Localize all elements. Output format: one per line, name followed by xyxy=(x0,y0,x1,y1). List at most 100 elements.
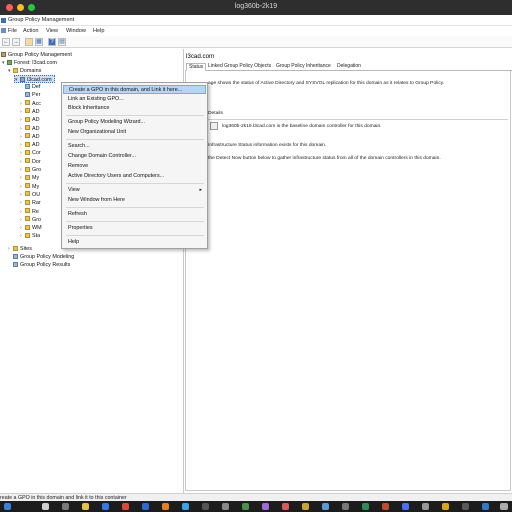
app-title: Group Policy Management xyxy=(8,17,75,23)
task-view-icon[interactable] xyxy=(62,503,69,510)
tree-modeling[interactable]: Group Policy Modeling xyxy=(13,253,74,261)
tree-child-item[interactable]: › AD xyxy=(20,108,40,116)
tree-child-item[interactable]: › AD xyxy=(20,133,40,141)
tree-child-item[interactable]: › Dor xyxy=(20,158,41,166)
ctx-properties[interactable]: Properties xyxy=(63,224,206,233)
tab-status[interactable]: Status xyxy=(186,63,207,71)
app-icon[interactable] xyxy=(222,503,229,510)
ctx-link-existing-gpo[interactable]: Link an Existing GPO... xyxy=(63,95,206,104)
ctx-aduc[interactable]: Active Directory Users and Computers... xyxy=(63,172,206,181)
tree-sites[interactable]: › Sites xyxy=(8,245,32,253)
app-icon[interactable] xyxy=(202,503,209,510)
ctx-new-window[interactable]: New Window from Here xyxy=(63,196,206,205)
app-icon[interactable] xyxy=(362,503,369,510)
tree-root[interactable]: Group Policy Management xyxy=(1,51,72,59)
tree-child-item[interactable]: › My xyxy=(20,183,39,191)
app-icon[interactable] xyxy=(342,503,349,510)
details-divider xyxy=(208,119,508,120)
app-icon[interactable] xyxy=(402,503,409,510)
tree-child-item[interactable]: › Gro xyxy=(20,216,41,224)
app-icon[interactable] xyxy=(382,503,389,510)
tree-domain[interactable]: ▾ l3cad.com xyxy=(14,75,55,83)
toolbar: ← → ▦ ? ▤ xyxy=(0,36,512,48)
tree-child-item[interactable]: › OU xyxy=(20,191,40,199)
app-icon[interactable] xyxy=(142,503,149,510)
baseline-dc-text: log360b-2k19.l3cad.com is the baseline d… xyxy=(222,124,382,129)
tree-child-item[interactable]: › Re xyxy=(20,208,39,216)
tree-child-item[interactable]: › Acc xyxy=(20,100,41,108)
edge-icon[interactable] xyxy=(102,503,109,510)
ctx-search[interactable]: Search... xyxy=(63,142,206,151)
tree-child-item[interactable]: › My xyxy=(20,174,39,182)
ctx-refresh[interactable]: Refresh xyxy=(63,210,206,219)
ou-folder-icon xyxy=(25,208,30,213)
ctx-create-gpo[interactable]: Create a GPO in this domain, and Link it… xyxy=(63,85,206,94)
tree-results[interactable]: Group Policy Results xyxy=(13,261,70,269)
tree-child-item[interactable]: › AD xyxy=(20,125,40,133)
app-icon[interactable] xyxy=(302,503,309,510)
tree-root-label: Group Policy Management xyxy=(8,52,72,58)
tree-forest[interactable]: ▾ Forest: l3cad.com xyxy=(2,59,57,67)
tree-child-item[interactable]: › Rar xyxy=(20,199,41,207)
tree-child-item[interactable]: › Cor xyxy=(20,149,41,157)
tree-child-label: AD xyxy=(32,133,40,140)
app-icon[interactable] xyxy=(162,503,169,510)
app-icon[interactable] xyxy=(282,503,289,510)
app-icon[interactable] xyxy=(262,503,269,510)
dc-expand-button[interactable] xyxy=(210,122,218,130)
tree-child-item[interactable]: Def xyxy=(20,83,40,91)
tab-linked-gpos[interactable]: Linked Group Policy Objects xyxy=(206,63,273,71)
app-icon[interactable] xyxy=(422,503,429,510)
forward-icon[interactable]: → xyxy=(12,38,20,46)
app-icon[interactable] xyxy=(462,503,469,510)
ctx-block-inheritance[interactable]: Block Inheritance xyxy=(63,104,206,113)
grid-icon[interactable]: ▦ xyxy=(35,38,43,46)
menu-help[interactable]: Help xyxy=(93,28,105,34)
folder-icon[interactable] xyxy=(25,38,33,46)
app-icon[interactable] xyxy=(322,503,329,510)
tree-child-item[interactable]: › AD xyxy=(20,141,40,149)
tree-child-item[interactable]: › Sta xyxy=(20,232,40,240)
panel-icon[interactable]: ▤ xyxy=(58,38,66,46)
tree-domains[interactable]: ▾ Domains xyxy=(8,67,41,75)
ou-folder-icon xyxy=(25,149,30,155)
file-explorer-icon[interactable] xyxy=(82,503,89,510)
ctx-change-dc[interactable]: Change Domain Controller... xyxy=(63,152,206,161)
tree-child-label: Gro xyxy=(32,167,41,173)
app-icon[interactable] xyxy=(182,503,189,510)
tree-child-item[interactable]: Per xyxy=(20,91,40,99)
tree-child-item[interactable]: › AD xyxy=(20,116,40,124)
ctx-separator xyxy=(66,207,204,208)
sites-icon xyxy=(13,245,18,251)
start-icon[interactable] xyxy=(4,503,11,510)
tree-results-label: Group Policy Results xyxy=(20,262,71,268)
ctx-new-ou[interactable]: New Organizational Unit xyxy=(63,128,206,137)
back-icon[interactable]: ← xyxy=(2,38,10,46)
app-icon[interactable] xyxy=(442,503,449,510)
tree-child-label: Per xyxy=(32,92,41,99)
tree-child-item[interactable]: › Gro xyxy=(20,166,41,174)
app-titlebar: Group Policy Management xyxy=(0,15,512,26)
tree-child-label: OU xyxy=(32,191,41,198)
tree-child-label: Rar xyxy=(32,200,41,207)
menu-window[interactable]: Window xyxy=(66,28,86,34)
tab-delegation[interactable]: Delegation xyxy=(335,63,363,71)
app-icon[interactable] xyxy=(482,503,489,510)
tree-child-label: Acc xyxy=(32,100,41,107)
menu-view[interactable]: View xyxy=(46,28,58,34)
ctx-help[interactable]: Help xyxy=(63,238,206,247)
search-icon[interactable] xyxy=(42,503,49,510)
chrome-icon[interactable] xyxy=(122,503,129,510)
mmc-menu-icon[interactable] xyxy=(1,28,6,33)
tree-child-item[interactable]: › WM xyxy=(20,224,42,232)
tree-child-label: WM xyxy=(32,225,42,232)
ctx-modeling-wizard[interactable]: Group Policy Modeling Wizard... xyxy=(63,118,206,127)
ctx-view[interactable]: View ▸ xyxy=(63,186,206,195)
app-icon[interactable] xyxy=(500,503,508,510)
ctx-remove[interactable]: Remove xyxy=(63,162,206,171)
app-icon[interactable] xyxy=(242,503,249,510)
menu-file[interactable]: File xyxy=(8,28,17,34)
menu-action[interactable]: Action xyxy=(23,28,39,34)
help-icon[interactable]: ? xyxy=(48,38,56,46)
tab-inheritance[interactable]: Group Policy Inheritance xyxy=(274,63,333,71)
